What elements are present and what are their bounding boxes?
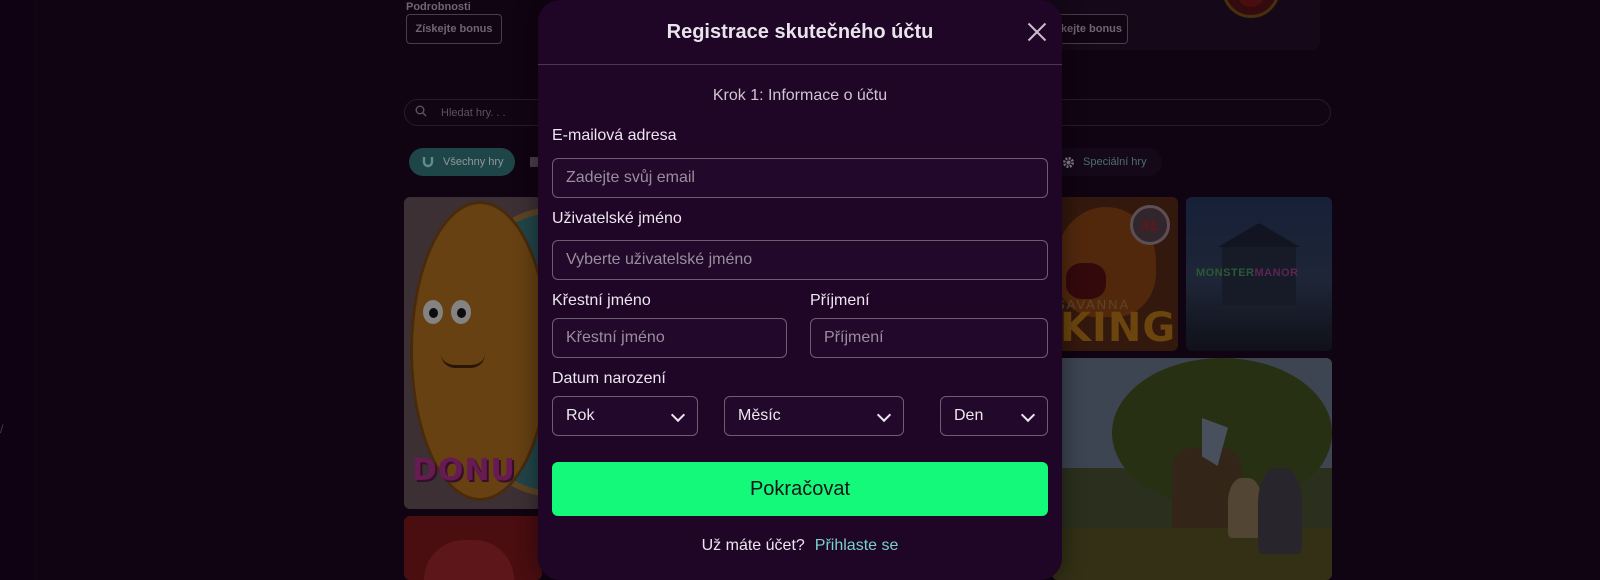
chevron-down-icon xyxy=(670,407,686,423)
birth-date-label: Datum narození xyxy=(552,370,666,387)
login-question: Už máte účet? xyxy=(701,537,805,554)
last-name-label: Příjmení xyxy=(810,292,870,309)
birth-month-select[interactable]: Měsíc xyxy=(724,396,904,436)
login-prompt: Už máte účet? Přihlaste se xyxy=(538,537,1062,555)
username-label: Uživatelské jméno xyxy=(552,210,682,227)
birth-day-value: Den xyxy=(954,407,984,424)
birth-year-select[interactable]: Rok xyxy=(552,396,698,436)
username-field[interactable] xyxy=(552,240,1048,280)
birth-day-select[interactable]: Den xyxy=(940,396,1048,436)
modal-header: Registrace skutečného účtu xyxy=(538,0,1062,65)
birth-year-value: Rok xyxy=(566,407,595,424)
email-field[interactable] xyxy=(552,158,1048,198)
birth-month-value: Měsíc xyxy=(738,407,781,424)
first-name-label: Křestní jméno xyxy=(552,292,651,309)
last-name-field[interactable] xyxy=(810,318,1048,358)
first-name-field[interactable] xyxy=(552,318,787,358)
step-indicator: Krok 1: Informace o účtu xyxy=(712,87,888,104)
registration-modal: Registrace skutečného účtu Krok 1: Infor… xyxy=(538,0,1062,580)
chevron-down-icon xyxy=(1020,407,1036,423)
modal-title: Registrace skutečného účtu xyxy=(666,21,934,43)
email-label: E-mailová adresa xyxy=(552,127,677,144)
chevron-down-icon xyxy=(876,407,892,423)
continue-button[interactable]: Pokračovat xyxy=(552,462,1048,516)
login-link[interactable]: Přihlaste se xyxy=(815,537,899,554)
close-icon[interactable] xyxy=(1025,20,1049,44)
